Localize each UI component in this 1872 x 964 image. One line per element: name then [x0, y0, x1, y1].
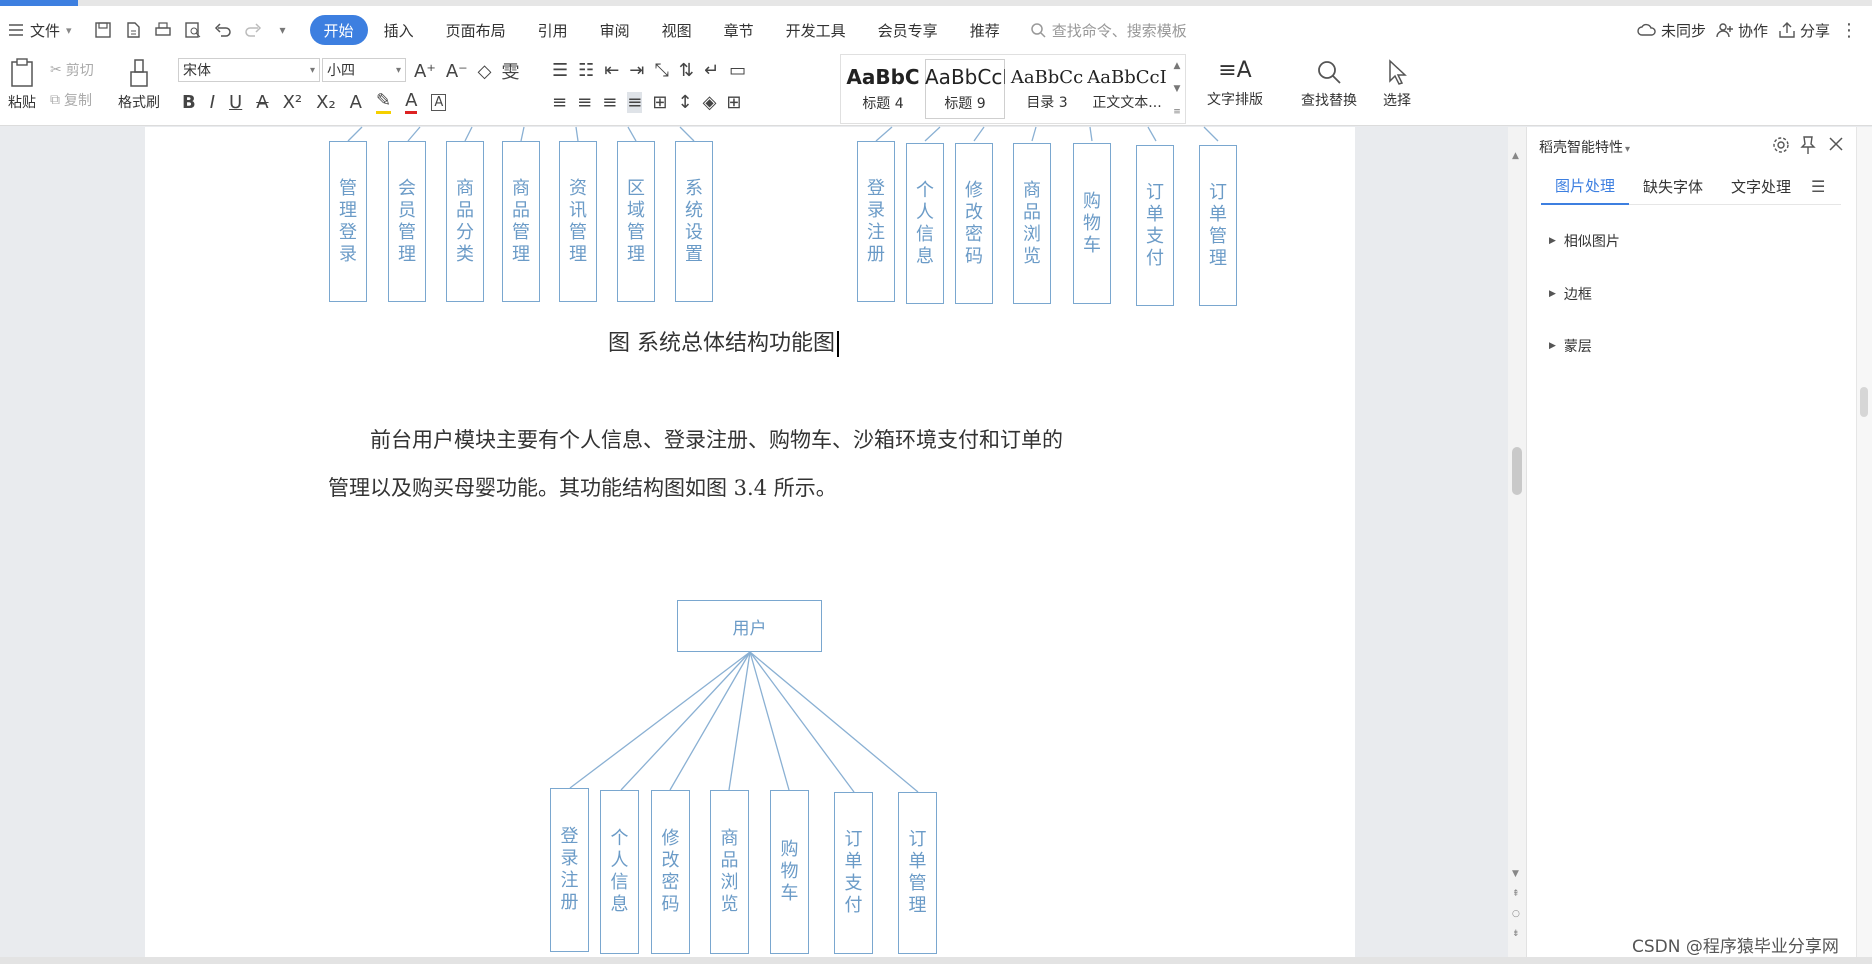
smart-features-panel: 稻壳智能特性 ▾ 图片处理 缺失字体 文字处理 ☰ ▶ 相似图片 ▶ 边框 ▶ 蒙层	[1526, 127, 1856, 957]
watermark: CSDN @程序猿毕业分享网	[1632, 937, 1839, 957]
sync-label: 未同步	[1660, 21, 1706, 40]
collaborate-label: 协作	[1737, 21, 1768, 40]
close-icon[interactable]	[1827, 135, 1845, 157]
diagram-box-label: 登录注册	[560, 826, 579, 913]
status-bar	[0, 957, 1872, 964]
diagram-box-label: 商品浏览	[720, 828, 739, 915]
panel-title[interactable]: 稻壳智能特性 ▾	[1539, 137, 1630, 157]
share-label: 分享	[1799, 21, 1830, 40]
diagram-box: 登录注册	[550, 788, 589, 952]
panel-title-text: 稻壳智能特性	[1539, 140, 1623, 156]
tab-missing-fonts[interactable]: 缺失字体	[1629, 169, 1717, 205]
diagram-box: 个人信息	[600, 790, 639, 954]
chevron-up-icon[interactable]: ▲	[1512, 151, 1519, 161]
next-page-icon[interactable]: ⇟	[1512, 929, 1520, 939]
panel-tabs: 图片处理 缺失字体 文字处理 ☰	[1541, 169, 1841, 205]
scrollbar-thumb[interactable]	[1512, 447, 1522, 495]
diagram-box-label: 个人信息	[610, 828, 629, 915]
section-label: 蒙层	[1563, 339, 1592, 355]
diagram-box-label: 订单管理	[908, 829, 927, 916]
select-browse-icon[interactable]: ○	[1512, 909, 1520, 919]
diagram-box: 订单支付	[834, 792, 873, 954]
menubar-right: 未同步 协作 分享 ⋮	[1637, 6, 1872, 54]
diagram-box: 修改密码	[651, 790, 690, 954]
caret-right-icon: ▶	[1549, 236, 1556, 246]
share-button[interactable]: 分享	[1778, 20, 1830, 41]
cloud-sync-icon	[1637, 23, 1656, 36]
user-plus-icon	[1716, 23, 1733, 38]
rail-handle[interactable]	[1860, 387, 1868, 417]
tab-image-processing[interactable]: 图片处理	[1541, 169, 1630, 205]
tab-text-processing[interactable]: 文字处理	[1717, 169, 1805, 205]
diagram-box-label: 购物车	[780, 839, 799, 904]
section-similar-images[interactable]: ▶ 相似图片	[1549, 231, 1620, 251]
diagram-box: 订单管理	[898, 792, 937, 954]
gear-icon[interactable]	[1771, 135, 1791, 159]
side-rail	[1856, 127, 1872, 957]
diagram-box: 商品浏览	[710, 790, 749, 954]
menu-icon[interactable]: ☰	[1811, 177, 1825, 196]
prev-page-icon[interactable]: ⇞	[1512, 889, 1520, 899]
caret-right-icon: ▶	[1549, 341, 1556, 351]
collaborate-button[interactable]: 协作	[1716, 20, 1768, 41]
document-scrollbar[interactable]: ▲ ▼ ⇞ ○ ⇟	[1508, 127, 1526, 957]
diagram-box-label: 修改密码	[661, 828, 680, 915]
section-label: 边框	[1563, 287, 1592, 303]
pin-icon[interactable]	[1799, 135, 1817, 159]
section-borders[interactable]: ▶ 边框	[1549, 284, 1592, 304]
bottom-diagram-connectors	[569, 651, 919, 793]
more-vertical-icon[interactable]: ⋮	[1840, 20, 1858, 41]
chevron-down-icon: ▾	[1625, 144, 1631, 155]
caret-right-icon: ▶	[1549, 289, 1556, 299]
section-mask[interactable]: ▶ 蒙层	[1549, 336, 1592, 356]
diagram-box-label: 订单支付	[844, 829, 863, 916]
section-label: 相似图片	[1563, 234, 1620, 250]
share-icon	[1779, 22, 1795, 38]
diagram-box: 购物车	[770, 790, 809, 954]
chevron-down-icon[interactable]: ▼	[1512, 869, 1519, 879]
sync-button[interactable]: 未同步	[1637, 20, 1706, 41]
